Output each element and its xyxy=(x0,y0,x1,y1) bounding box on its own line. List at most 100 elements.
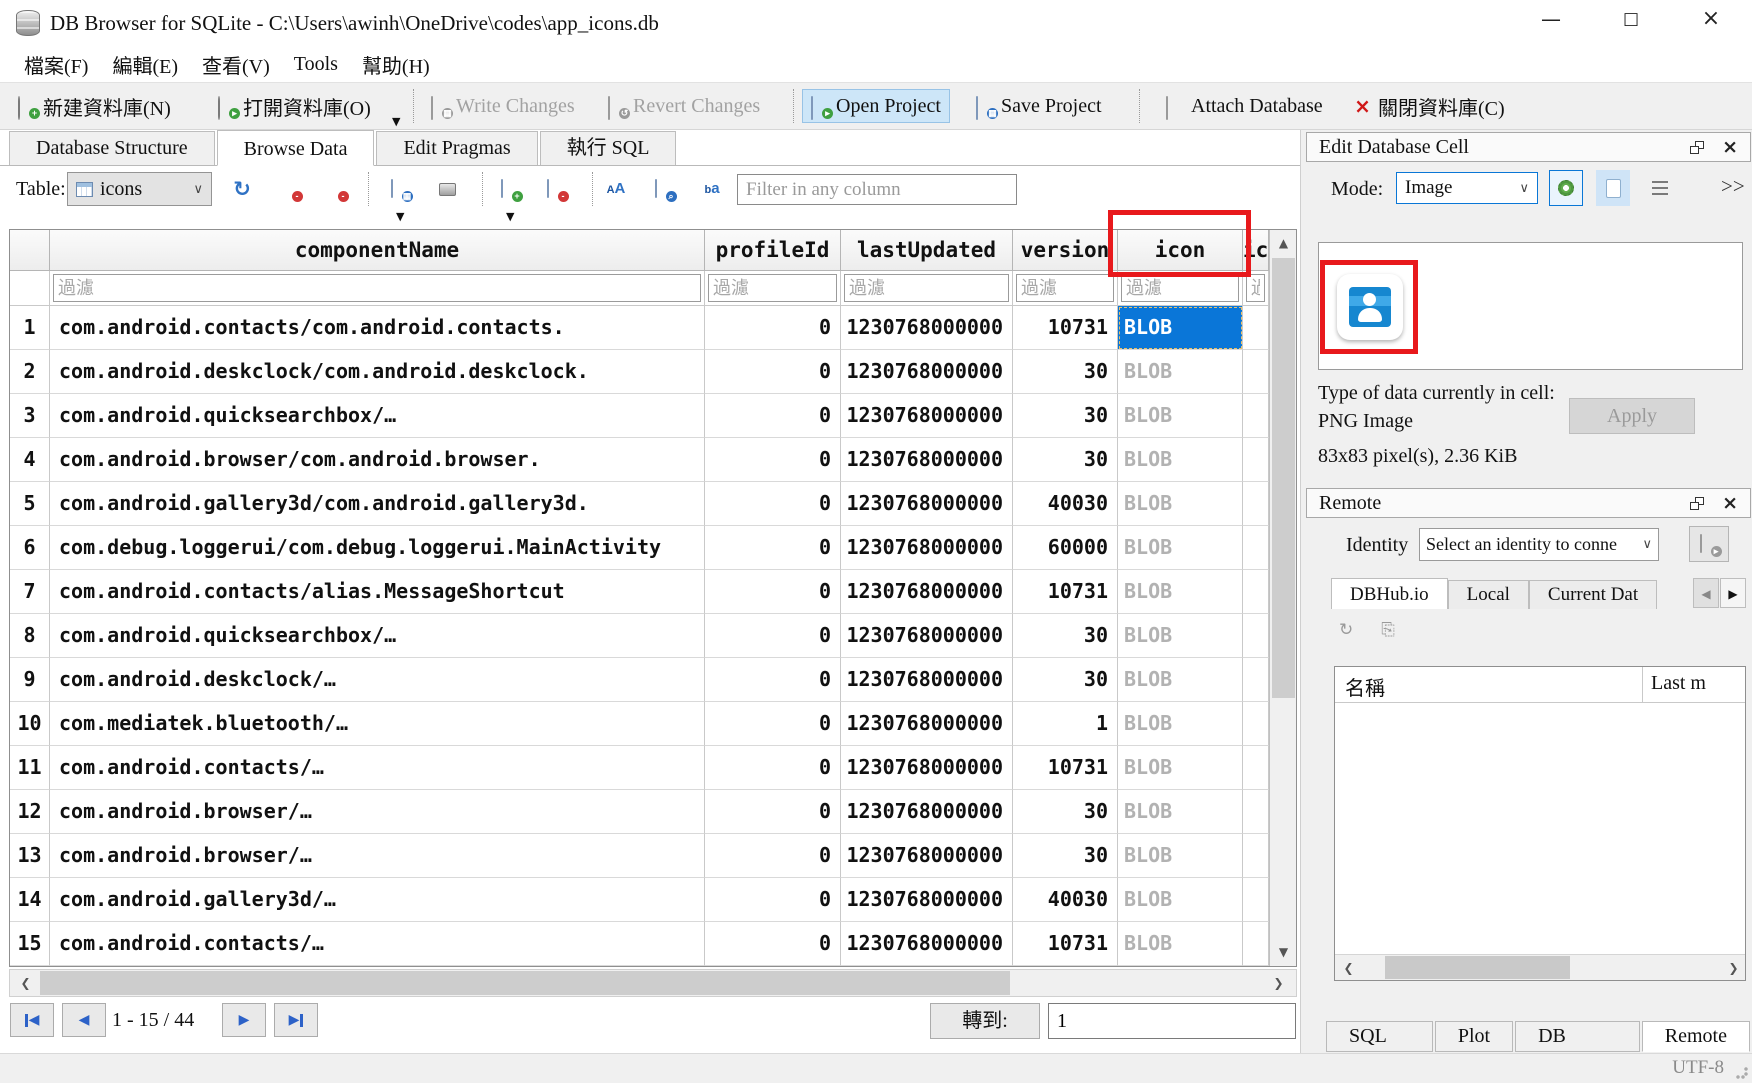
prev-record-button[interactable]: ◀ xyxy=(62,1003,106,1037)
cell-icon-blob[interactable]: BLOB xyxy=(1118,922,1243,966)
write-changes-button[interactable]: ▦ Write Changes xyxy=(423,89,583,123)
cell-profileId[interactable]: 0 xyxy=(705,350,841,394)
scroll-left-icon[interactable]: ❮ xyxy=(1335,955,1362,981)
cell-version[interactable]: 40030 xyxy=(1013,482,1118,526)
cell-ic-partial[interactable] xyxy=(1243,746,1269,790)
menu-item[interactable]: 查看(V) xyxy=(190,48,282,81)
tab-Database Structure[interactable]: Database Structure xyxy=(9,131,215,165)
horizontal-scrollbar[interactable]: ❮ ❯ xyxy=(9,969,1297,997)
cell-icon-blob[interactable]: BLOB xyxy=(1118,834,1243,878)
cell-icon-blob[interactable]: BLOB xyxy=(1118,350,1243,394)
cell-version[interactable]: 10731 xyxy=(1013,746,1118,790)
word-wrap-button[interactable] xyxy=(1643,170,1677,206)
cell-profileId[interactable]: 0 xyxy=(705,746,841,790)
row-number[interactable]: 1 xyxy=(10,306,50,350)
cell-componentName[interactable]: com.android.browser/… xyxy=(50,790,705,834)
close-panel-icon[interactable]: × xyxy=(1722,141,1738,154)
remote-col-last-modified[interactable]: Last m xyxy=(1643,667,1745,702)
cell-ic-partial[interactable] xyxy=(1243,526,1269,570)
cell-ic-partial[interactable] xyxy=(1243,878,1269,922)
cell-icon-blob[interactable]: BLOB xyxy=(1118,614,1243,658)
cell-ic-partial[interactable] xyxy=(1243,702,1269,746)
revert-changes-button[interactable]: ↺ Revert Changes xyxy=(600,89,768,123)
remote-tab-DBHub.io[interactable]: DBHub.io xyxy=(1331,578,1448,609)
cell-profileId[interactable]: 0 xyxy=(705,658,841,702)
clear-filters-button[interactable]: - xyxy=(272,172,308,206)
row-number[interactable]: 13 xyxy=(10,834,50,878)
resize-grip[interactable] xyxy=(1736,1067,1748,1079)
cell-lastUpdated[interactable]: 1230768000000 xyxy=(841,658,1013,702)
filter-input-icon[interactable] xyxy=(1121,274,1239,302)
cell-lastUpdated[interactable]: 1230768000000 xyxy=(841,394,1013,438)
clear-sort-button[interactable]: - xyxy=(318,172,354,206)
cell-version[interactable]: 10731 xyxy=(1013,306,1118,350)
menu-item[interactable]: 檔案(F) xyxy=(12,48,100,81)
cell-profileId[interactable]: 0 xyxy=(705,614,841,658)
next-record-button[interactable]: ▶ xyxy=(222,1003,266,1037)
menu-item[interactable]: Tools xyxy=(282,51,350,78)
cell-icon-blob[interactable]: BLOB xyxy=(1118,394,1243,438)
cell-lastUpdated[interactable]: 1230768000000 xyxy=(841,790,1013,834)
text-mode-button[interactable] xyxy=(1596,170,1630,206)
column-header-ic[interactable]: ic xyxy=(1243,230,1269,271)
remote-col-name[interactable]: 名稱 xyxy=(1335,667,1643,702)
cell-lastUpdated[interactable]: 1230768000000 xyxy=(841,482,1013,526)
cell-ic-partial[interactable] xyxy=(1243,658,1269,702)
row-number[interactable]: 4 xyxy=(10,438,50,482)
row-number[interactable]: 9 xyxy=(10,658,50,702)
apply-button[interactable]: Apply xyxy=(1569,398,1695,434)
row-number[interactable]: 5 xyxy=(10,482,50,526)
remote-scroll-thumb[interactable] xyxy=(1385,956,1570,979)
cell-version[interactable]: 1 xyxy=(1013,702,1118,746)
menu-item[interactable]: 編輯(E) xyxy=(100,48,190,81)
row-number[interactable]: 3 xyxy=(10,394,50,438)
cell-ic-partial[interactable] xyxy=(1243,394,1269,438)
horizontal-scroll-thumb[interactable] xyxy=(40,971,1010,995)
cell-profileId[interactable]: 0 xyxy=(705,394,841,438)
filter-input-version[interactable] xyxy=(1016,274,1114,302)
column-header-profileId[interactable]: profileId xyxy=(705,230,841,271)
cell-profileId[interactable]: 0 xyxy=(705,570,841,614)
last-record-button[interactable]: ▶ xyxy=(274,1003,318,1037)
toolbar-overflow-icon[interactable]: >> xyxy=(1721,174,1745,199)
cell-componentName[interactable]: com.android.contacts/alias.MessageShortc… xyxy=(50,570,705,614)
cell-componentName[interactable]: com.debug.loggerui/com.debug.loggerui.Ma… xyxy=(50,526,705,570)
cell-lastUpdated[interactable]: 1230768000000 xyxy=(841,350,1013,394)
tabs-scroll-right-icon[interactable]: ▶ xyxy=(1720,578,1746,608)
cell-lastUpdated[interactable]: 1230768000000 xyxy=(841,614,1013,658)
cell-lastUpdated[interactable]: 1230768000000 xyxy=(841,746,1013,790)
close-database-button[interactable]: × 關閉資料庫(C) xyxy=(1345,89,1513,123)
cell-version[interactable]: 30 xyxy=(1013,834,1118,878)
cell-componentName[interactable]: com.mediatek.bluetooth/… xyxy=(50,702,705,746)
cell-componentName[interactable]: com.android.browser/… xyxy=(50,834,705,878)
cell-componentName[interactable]: com.android.contacts/com.android.contact… xyxy=(50,306,705,350)
cell-lastUpdated[interactable]: 1230768000000 xyxy=(841,922,1013,966)
row-number[interactable]: 12 xyxy=(10,790,50,834)
row-number[interactable]: 7 xyxy=(10,570,50,614)
cell-profileId[interactable]: 0 xyxy=(705,878,841,922)
scroll-right-icon[interactable]: ❯ xyxy=(1265,970,1292,997)
cell-profileId[interactable]: 0 xyxy=(705,438,841,482)
close-button[interactable]: × xyxy=(1688,4,1734,36)
cell-icon-blob[interactable]: BLOB xyxy=(1118,438,1243,482)
filter-input-componentName[interactable] xyxy=(53,274,701,302)
cell-lastUpdated[interactable]: 1230768000000 xyxy=(841,306,1013,350)
cell-ic-partial[interactable] xyxy=(1243,570,1269,614)
row-number[interactable]: 8 xyxy=(10,614,50,658)
cell-version[interactable]: 40030 xyxy=(1013,878,1118,922)
cell-componentName[interactable]: com.android.quicksearchbox/… xyxy=(50,614,705,658)
insert-record-dropdown-icon[interactable]: ▼ xyxy=(506,210,514,223)
cell-icon-blob[interactable]: BLOB xyxy=(1118,790,1243,834)
refresh-button[interactable]: ↻ xyxy=(224,172,260,206)
row-number[interactable]: 10 xyxy=(10,702,50,746)
open-database-dropdown-icon[interactable]: ▼ xyxy=(392,115,400,128)
cell-ic-partial[interactable] xyxy=(1243,834,1269,878)
cell-profileId[interactable]: 0 xyxy=(705,482,841,526)
cell-componentName[interactable]: com.android.deskclock/… xyxy=(50,658,705,702)
import-certificate-button[interactable]: ▸ xyxy=(1689,526,1729,562)
column-header-icon[interactable]: icon xyxy=(1118,230,1243,271)
cell-lastUpdated[interactable]: 1230768000000 xyxy=(841,570,1013,614)
open-project-button[interactable]: ▸ Open Project xyxy=(802,89,950,123)
cell-ic-partial[interactable] xyxy=(1243,614,1269,658)
remote-list-scrollbar[interactable]: ❮ ❯ xyxy=(1335,954,1745,980)
